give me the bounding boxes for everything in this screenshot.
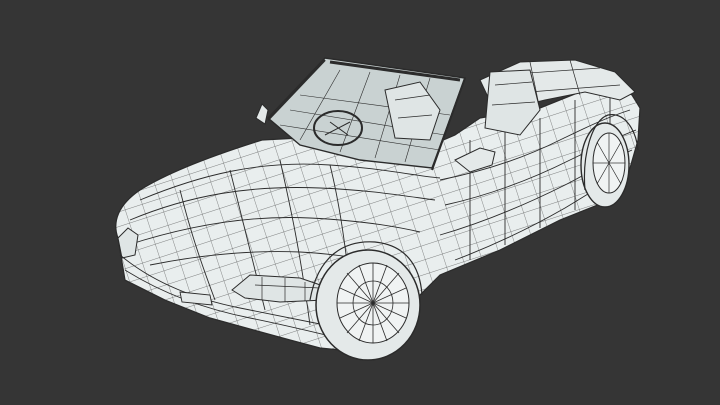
3d-viewport[interactable] <box>0 0 720 405</box>
left-mirror <box>255 103 269 125</box>
rear-wheel <box>580 122 630 208</box>
car-model-render <box>115 57 641 361</box>
front-wheel <box>315 249 421 361</box>
